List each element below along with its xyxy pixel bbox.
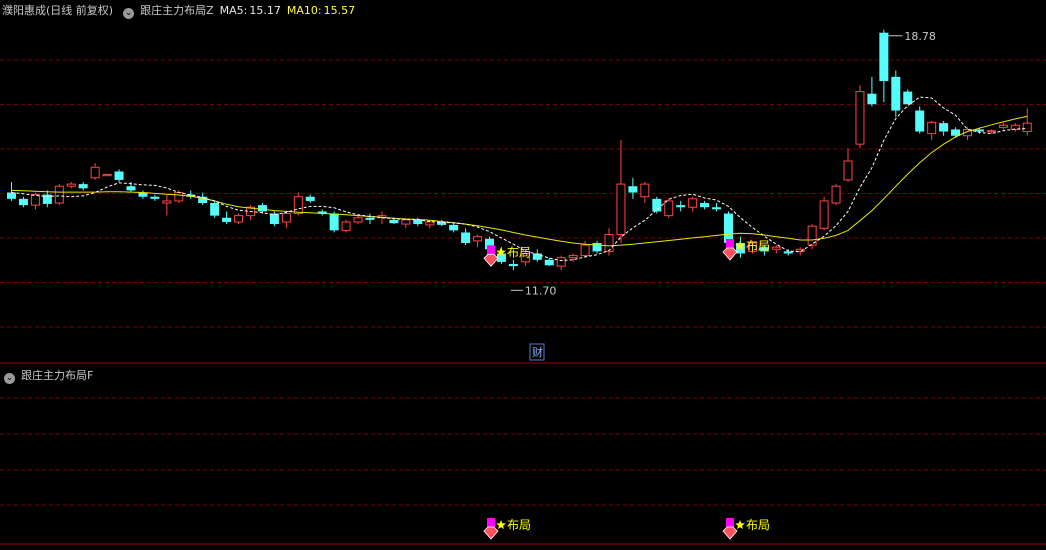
candle-body-up	[353, 217, 363, 223]
candle-body-up	[664, 200, 674, 217]
candle-body-down	[915, 110, 925, 132]
signal-sub-star-icon	[496, 520, 506, 529]
candle-body-up	[174, 192, 184, 202]
candle-body-down	[508, 264, 518, 267]
candle-body-up	[604, 234, 614, 252]
sub-indicator-dropdown-icon[interactable]: ⌄	[4, 373, 15, 384]
candle-body-up	[771, 246, 781, 250]
candle-body-up	[556, 257, 566, 267]
candle-body-down	[712, 207, 722, 210]
candle-body-down	[867, 93, 877, 105]
period-label: (日线 前复权)	[46, 4, 114, 17]
candle-body-up	[998, 124, 1008, 128]
candle-body-down	[114, 171, 124, 180]
signal-main-gem-icon	[483, 253, 499, 267]
candle-body-up	[30, 194, 40, 206]
candle-body-down	[269, 213, 279, 225]
candle-body-down	[389, 219, 399, 224]
candle-body-up	[293, 196, 303, 215]
candle-body-up	[843, 160, 853, 181]
candle-body-down	[305, 196, 315, 201]
candle-body-up	[473, 236, 483, 242]
sub-indicator-name[interactable]: 跟庄主力布局F	[21, 369, 93, 382]
candle-body-down	[879, 32, 889, 82]
candle-body-down	[544, 259, 554, 266]
candle-body-up	[341, 221, 351, 231]
candle-body-up	[831, 185, 841, 204]
stock-name: 濮阳惠成	[2, 4, 46, 17]
candle-body-up	[640, 183, 650, 198]
candle-body-down	[329, 213, 339, 231]
candle-body-down	[126, 186, 136, 191]
candle-body-down	[951, 129, 961, 136]
ma5-label: MA5:	[219, 4, 248, 17]
candle-body-down	[676, 205, 686, 208]
candle-body-up	[90, 166, 100, 179]
signal-main-gem-icon	[722, 247, 738, 261]
candle-body-down	[891, 76, 901, 111]
candle-body-up	[281, 213, 291, 223]
candle-body-down	[939, 123, 949, 132]
candle-body-down	[461, 232, 471, 243]
candle-body-down	[413, 219, 423, 225]
ma5-line	[11, 96, 1028, 262]
candle-body-down	[652, 198, 662, 212]
candle-body-down	[210, 203, 220, 216]
candle-body-up	[162, 200, 172, 204]
candle-body-up	[688, 198, 698, 208]
candle-body-down	[700, 203, 710, 208]
chart-canvas: 18.7811.70财布局布局布局布局	[0, 29, 1046, 545]
low-price-label: 11.70	[525, 284, 557, 297]
ma10-line	[11, 115, 1028, 247]
candle-body-up	[102, 173, 112, 177]
candle-body-down	[724, 213, 733, 243]
candle-body-up	[54, 185, 64, 204]
candle-body-up	[819, 200, 829, 229]
ma10-value: 15.57	[323, 4, 356, 17]
signal-sub-block	[487, 518, 495, 528]
finance-marker-icon: 财	[532, 345, 543, 359]
candle-body-up	[986, 130, 996, 133]
signal-sub-gem-icon	[722, 526, 738, 540]
candle-body-down	[903, 91, 913, 105]
candle-body-down	[628, 186, 638, 193]
candle-body-up	[66, 183, 76, 187]
signal-sub-star-icon	[735, 520, 745, 529]
signal-sub-label: 布局	[507, 518, 531, 532]
signal-sub-gem-icon	[483, 526, 499, 540]
high-price-label: 18.78	[904, 30, 936, 43]
candle-body-up	[580, 244, 590, 257]
kline-chart[interactable]: 18.78 11.70 财布局 布局 布局 布局	[0, 0, 1046, 546]
sub-panel-header: ⌄ 跟庄主力布局F	[2, 367, 99, 384]
signal-main-block	[726, 238, 734, 249]
candle-body-up	[927, 121, 937, 135]
candle-body-up	[1022, 122, 1032, 133]
ma5-value: 15.17	[249, 4, 281, 17]
candle-body-down	[449, 224, 459, 231]
candle-body-down	[592, 242, 602, 252]
signal-main-label: 布局	[507, 245, 531, 259]
candle-body-up	[616, 183, 626, 236]
candle-body-down	[257, 205, 267, 212]
candle-body-down	[365, 217, 375, 220]
indicator-main-name[interactable]: 跟庄主力布局Z	[140, 4, 214, 17]
candle-body-down	[18, 198, 28, 206]
candle-body-down	[7, 192, 16, 199]
candle-body-up	[425, 221, 435, 226]
candle-body-up	[568, 255, 578, 259]
indicator-dropdown-icon[interactable]: ⌄	[123, 8, 135, 19]
ma10-label: MA10:	[286, 4, 322, 17]
candle-body-down	[222, 217, 232, 222]
candle-body-up	[401, 219, 411, 225]
main-panel-header: 濮阳惠成(日线 前复权) ⌄ 跟庄主力布局Z MA5: 15.17 MA10: 15.57	[2, 2, 361, 19]
signal-main-block	[487, 245, 495, 256]
candle-body-up	[234, 215, 244, 223]
signal-main-label: 布局	[746, 239, 770, 253]
candle-body-down	[150, 196, 160, 199]
candle-body-down	[974, 129, 984, 132]
candle-body-up	[855, 91, 865, 145]
candle-body-down	[78, 184, 88, 189]
signal-sub-block	[726, 518, 734, 528]
signal-sub-label: 布局	[746, 518, 770, 532]
